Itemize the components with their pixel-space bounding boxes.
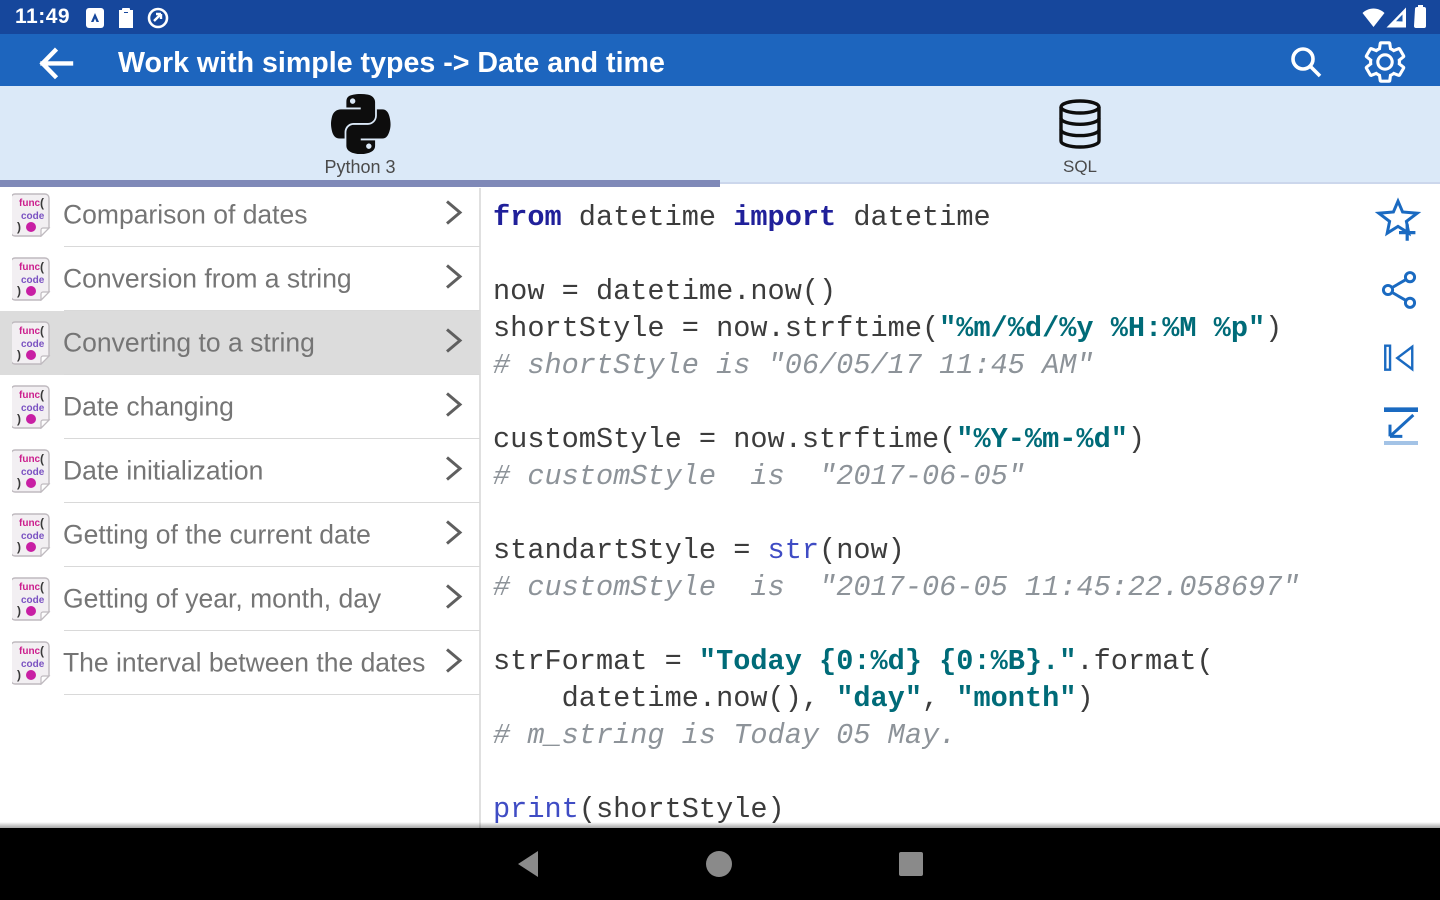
svg-text:func: func xyxy=(19,390,41,401)
svg-text:(: ( xyxy=(40,324,44,338)
svg-text:): ) xyxy=(17,220,21,234)
svg-text:code: code xyxy=(21,211,45,222)
svg-text:(: ( xyxy=(40,452,44,466)
svg-text:func: func xyxy=(19,326,41,337)
svg-text:(: ( xyxy=(40,516,44,530)
svg-text:code: code xyxy=(21,531,45,542)
svg-text:code: code xyxy=(21,339,45,350)
svg-text:): ) xyxy=(17,412,21,426)
svg-text:(: ( xyxy=(40,260,44,274)
svg-text:): ) xyxy=(17,348,21,362)
svg-text:(: ( xyxy=(40,580,44,594)
svg-text:func: func xyxy=(19,646,41,657)
svg-text:): ) xyxy=(17,604,21,618)
svg-text:code: code xyxy=(21,467,45,478)
svg-text:): ) xyxy=(17,476,21,490)
svg-text:code: code xyxy=(21,275,45,286)
svg-text:(: ( xyxy=(40,196,44,210)
svg-text:): ) xyxy=(17,284,21,298)
svg-text:func: func xyxy=(19,454,41,465)
svg-text:code: code xyxy=(21,403,45,414)
svg-text:): ) xyxy=(17,668,21,682)
svg-text:(: ( xyxy=(40,388,44,402)
svg-text:func: func xyxy=(19,582,41,593)
svg-text:): ) xyxy=(17,540,21,554)
svg-text:func: func xyxy=(19,198,41,209)
svg-text:code: code xyxy=(21,595,45,606)
svg-text:func: func xyxy=(19,518,41,529)
svg-text:code: code xyxy=(21,659,45,670)
svg-text:func: func xyxy=(19,262,41,273)
svg-text:(: ( xyxy=(40,644,44,658)
